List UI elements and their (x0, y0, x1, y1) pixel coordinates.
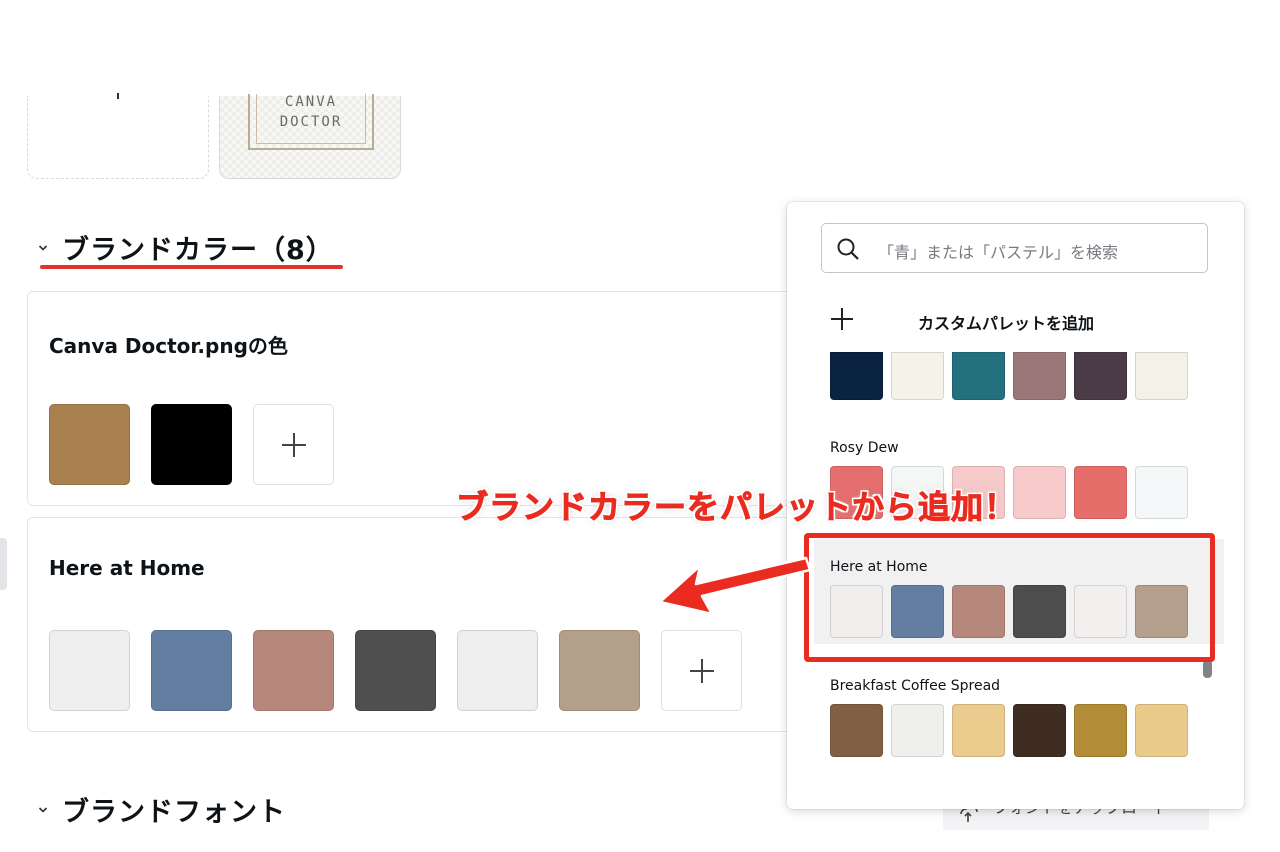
color-swatch[interactable] (1013, 466, 1066, 519)
palette-swatch-row (49, 630, 742, 711)
title-underline-annotation (40, 265, 343, 269)
brand-colors-header[interactable]: ブランドカラー（8） (38, 228, 334, 267)
color-swatch[interactable] (1074, 466, 1127, 519)
side-tab-handle[interactable] (0, 538, 7, 590)
logo-text-line2: DOCTOR (279, 114, 343, 130)
palette-card-title: Canva Doctor.pngの色 (49, 334, 288, 358)
color-swatch[interactable] (49, 630, 130, 711)
color-swatch[interactable] (891, 352, 944, 400)
add-custom-palette-label: カスタムパレットを追加 (918, 314, 1095, 333)
callout-text-annotation: ブランドカラーをパレットから追加！ (455, 488, 1018, 527)
add-color-button[interactable] (661, 630, 742, 711)
brand-fonts-header[interactable]: ブランドフォント (38, 790, 286, 829)
color-swatch[interactable] (457, 630, 538, 711)
chevron-down-icon (38, 244, 48, 251)
color-swatch[interactable] (151, 630, 232, 711)
canva-doctor-logo: CANVA DOCTOR (248, 94, 374, 150)
palette-swatch-row (49, 404, 334, 485)
highlight-box-annotation (804, 533, 1215, 662)
add-custom-palette-button[interactable]: カスタムパレットを追加 (831, 308, 1151, 333)
color-swatch[interactable] (952, 704, 1005, 757)
color-swatch[interactable] (1135, 704, 1188, 757)
chevron-down-icon (38, 806, 48, 813)
logo-thumbnail-canva-doctor[interactable]: CANVA DOCTOR (219, 94, 401, 179)
palette-option-name: Rosy Dew (830, 440, 899, 456)
color-swatch[interactable] (151, 404, 232, 485)
color-swatch[interactable] (1074, 352, 1127, 400)
color-swatch[interactable] (1013, 704, 1066, 757)
palette-card-here-at-home: Here at Home (27, 517, 827, 732)
search-icon (837, 238, 859, 260)
plus-icon (831, 308, 853, 330)
color-swatch[interactable] (355, 630, 436, 711)
palette-card-canva-doctor: Canva Doctor.pngの色 (27, 291, 827, 506)
arrow-annotation-icon (660, 556, 810, 616)
color-swatch[interactable] (1135, 466, 1188, 519)
palette-option-breakfast-coffee-spread[interactable] (830, 704, 1188, 757)
logo-text-line1: CANVA (284, 94, 338, 110)
color-swatch[interactable] (49, 404, 130, 485)
color-swatch[interactable] (1013, 352, 1066, 400)
brand-fonts-title: ブランドフォント (62, 797, 286, 828)
color-swatch[interactable] (1135, 352, 1188, 400)
logo-thumbnail-1[interactable] (27, 93, 209, 179)
scrollbar-thumb[interactable] (1203, 660, 1212, 678)
palette-option-partial[interactable] (830, 352, 1188, 400)
color-swatch[interactable] (253, 630, 334, 711)
color-swatch[interactable] (559, 630, 640, 711)
color-swatch[interactable] (891, 704, 944, 757)
palette-option-name: Breakfast Coffee Spread (830, 678, 1001, 694)
color-swatch[interactable] (952, 352, 1005, 400)
palette-search-input[interactable]: 「青」または「パステル」を検索 (821, 223, 1208, 273)
color-swatch[interactable] (1074, 704, 1127, 757)
search-placeholder: 「青」または「パステル」を検索 (878, 243, 1119, 262)
palette-card-title: Here at Home (49, 556, 205, 580)
add-color-button[interactable] (253, 404, 334, 485)
color-swatch[interactable] (830, 352, 883, 400)
color-swatch[interactable] (830, 704, 883, 757)
brand-colors-title: ブランドカラー（8） (62, 235, 334, 266)
